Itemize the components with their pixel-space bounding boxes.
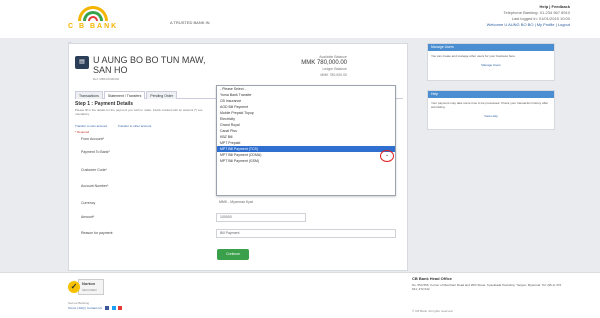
logo-arc-red	[88, 16, 98, 21]
help-side-panel: Help Your payment may take some time to …	[427, 90, 555, 130]
tab-pending-order[interactable]: Pending Order	[146, 91, 178, 99]
balance-panel: Available Balance MMK 780,000.00 Ledger …	[301, 54, 347, 78]
user-links[interactable]: Welcome U AUNG BO BO | My Profile | Logo…	[487, 22, 570, 28]
footer-link-list[interactable]: Terms | FAQ | Contact Us	[68, 306, 102, 310]
account-title: U AUNG BO BO TUN MAW, SAN HO	[93, 55, 206, 75]
required-note: * Required	[75, 130, 90, 134]
twitter-icon[interactable]	[111, 306, 116, 311]
label-from-account: From Account*	[81, 137, 104, 141]
tab-transactions[interactable]: Transactions	[75, 91, 103, 99]
head-office-info: CB Bank Head Office No. 554-556, Corner …	[412, 276, 562, 292]
norton-badge[interactable]: ✓ Norton SECURED	[68, 279, 104, 297]
logo-text: C B BANK	[68, 23, 119, 30]
office-title: CB Bank Head Office	[412, 276, 453, 281]
label-reason: Reason for payment	[81, 231, 113, 235]
dropdown-option[interactable]: MPT Bill Payment (GSM)	[217, 158, 395, 164]
help-side-title: Help	[428, 91, 554, 98]
step-description: Please fill in the details for the payme…	[75, 108, 203, 116]
facebook-icon[interactable]	[104, 306, 109, 311]
copyright: © CB Bank. All rights reserved.	[412, 309, 454, 313]
label-customer-code: Customer Code*	[81, 168, 107, 172]
tagline: A TRUSTED BANK IN	[170, 20, 210, 25]
subtab-other-account[interactable]: Transfer to other account	[118, 124, 151, 128]
chevron-down-icon[interactable]: ⌄	[385, 152, 389, 158]
currency-value: MMK - Myanmar Kyat	[216, 199, 306, 208]
step-title: Step 1 : Payment Details	[75, 101, 134, 107]
tab-statement-transfers[interactable]: Statement / Transfers	[103, 91, 146, 99]
secure-banking-text: Secure Banking	[68, 301, 90, 305]
footer-links: Terms | FAQ | Contact Us	[68, 306, 123, 311]
office-address: No. 554-556, Corner of Merchant Road and…	[412, 283, 562, 291]
label-currency: Currency	[81, 201, 96, 205]
help-panel: Help | Feedback Telephone Banking: 01-23…	[487, 4, 570, 28]
manage-users-title: Manage Users	[428, 44, 554, 51]
manage-users-body: You can create and manage other users fo…	[431, 54, 516, 58]
subtab-own-account[interactable]: Transfer to own account	[75, 124, 107, 128]
footer: ✓ Norton SECURED Secure Banking Terms | …	[0, 272, 600, 318]
norton-sub: SECURED	[82, 288, 97, 292]
bank-dropdown-list[interactable]: - Please Select - Yoma Bank Transfer CB …	[216, 85, 396, 196]
label-amount: Amount*	[81, 215, 95, 219]
payment-card: ▤ U AUNG BO BO TUN MAW, SAN HO Ref: MBKL…	[68, 43, 408, 271]
norton-label: Norton	[82, 281, 96, 286]
continue-button[interactable]: Continue	[217, 249, 249, 260]
help-side-link[interactable]: View Help	[428, 114, 554, 118]
check-icon: ✓	[68, 281, 80, 293]
ledger-balance: MMK 780,000.00	[320, 73, 347, 77]
service-icon: ▤	[75, 56, 89, 69]
bank-logo[interactable]: C B BANK	[66, 3, 126, 35]
help-side-body: Your payment may take some time to be pr…	[431, 101, 549, 109]
amount-input[interactable]: 100000	[216, 213, 306, 222]
reason-input[interactable]: Bill Payment	[216, 229, 396, 238]
label-account-number: Account Number*	[81, 184, 109, 188]
manage-users-panel: Manage Users You can create and manage o…	[427, 43, 555, 81]
manage-users-link[interactable]: Manage Users	[428, 63, 554, 67]
label-payment-to-bank: Payment To Bank*	[81, 150, 110, 154]
youtube-icon[interactable]	[118, 306, 123, 311]
account-ref: Ref: MBKL0000000	[93, 77, 120, 81]
top-header: C B BANK A TRUSTED BANK IN Help | Feedba…	[0, 0, 600, 38]
transfer-subtabs: Transfer to own account Transfer to othe…	[75, 124, 161, 128]
